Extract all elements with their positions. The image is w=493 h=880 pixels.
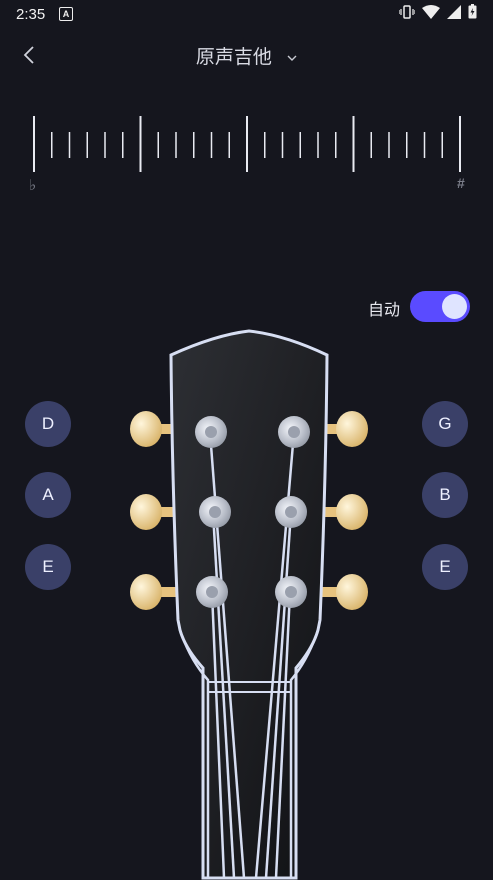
status-icons — [399, 4, 477, 19]
auto-toggle[interactable] — [410, 291, 470, 322]
instrument-selector[interactable]: 原声吉他 — [0, 42, 493, 69]
note-button-d[interactable]: D — [25, 401, 71, 447]
wifi-icon — [422, 4, 440, 19]
flat-symbol: ♭ — [29, 177, 37, 194]
toggle-knob — [442, 294, 467, 319]
note-button-g[interactable]: G — [422, 401, 468, 447]
auto-label: 自动 — [368, 302, 401, 319]
guitar-headstock — [130, 329, 368, 880]
page-title: 原声吉他 — [195, 47, 272, 68]
note-button-a[interactable]: A — [25, 472, 71, 518]
battery-icon — [468, 4, 477, 19]
vibrate-icon — [399, 4, 415, 19]
chevron-down-icon — [287, 55, 297, 61]
notification-a-icon: A — [59, 7, 73, 21]
note-button-b[interactable]: B — [422, 472, 468, 518]
status-time: 2:35 — [16, 6, 46, 23]
tuner-scale — [33, 116, 461, 172]
signal-icon — [447, 4, 461, 19]
note-button-high-e[interactable]: E — [422, 544, 468, 590]
note-button-low-e[interactable]: E — [25, 544, 71, 590]
sharp-symbol: # — [457, 175, 465, 191]
